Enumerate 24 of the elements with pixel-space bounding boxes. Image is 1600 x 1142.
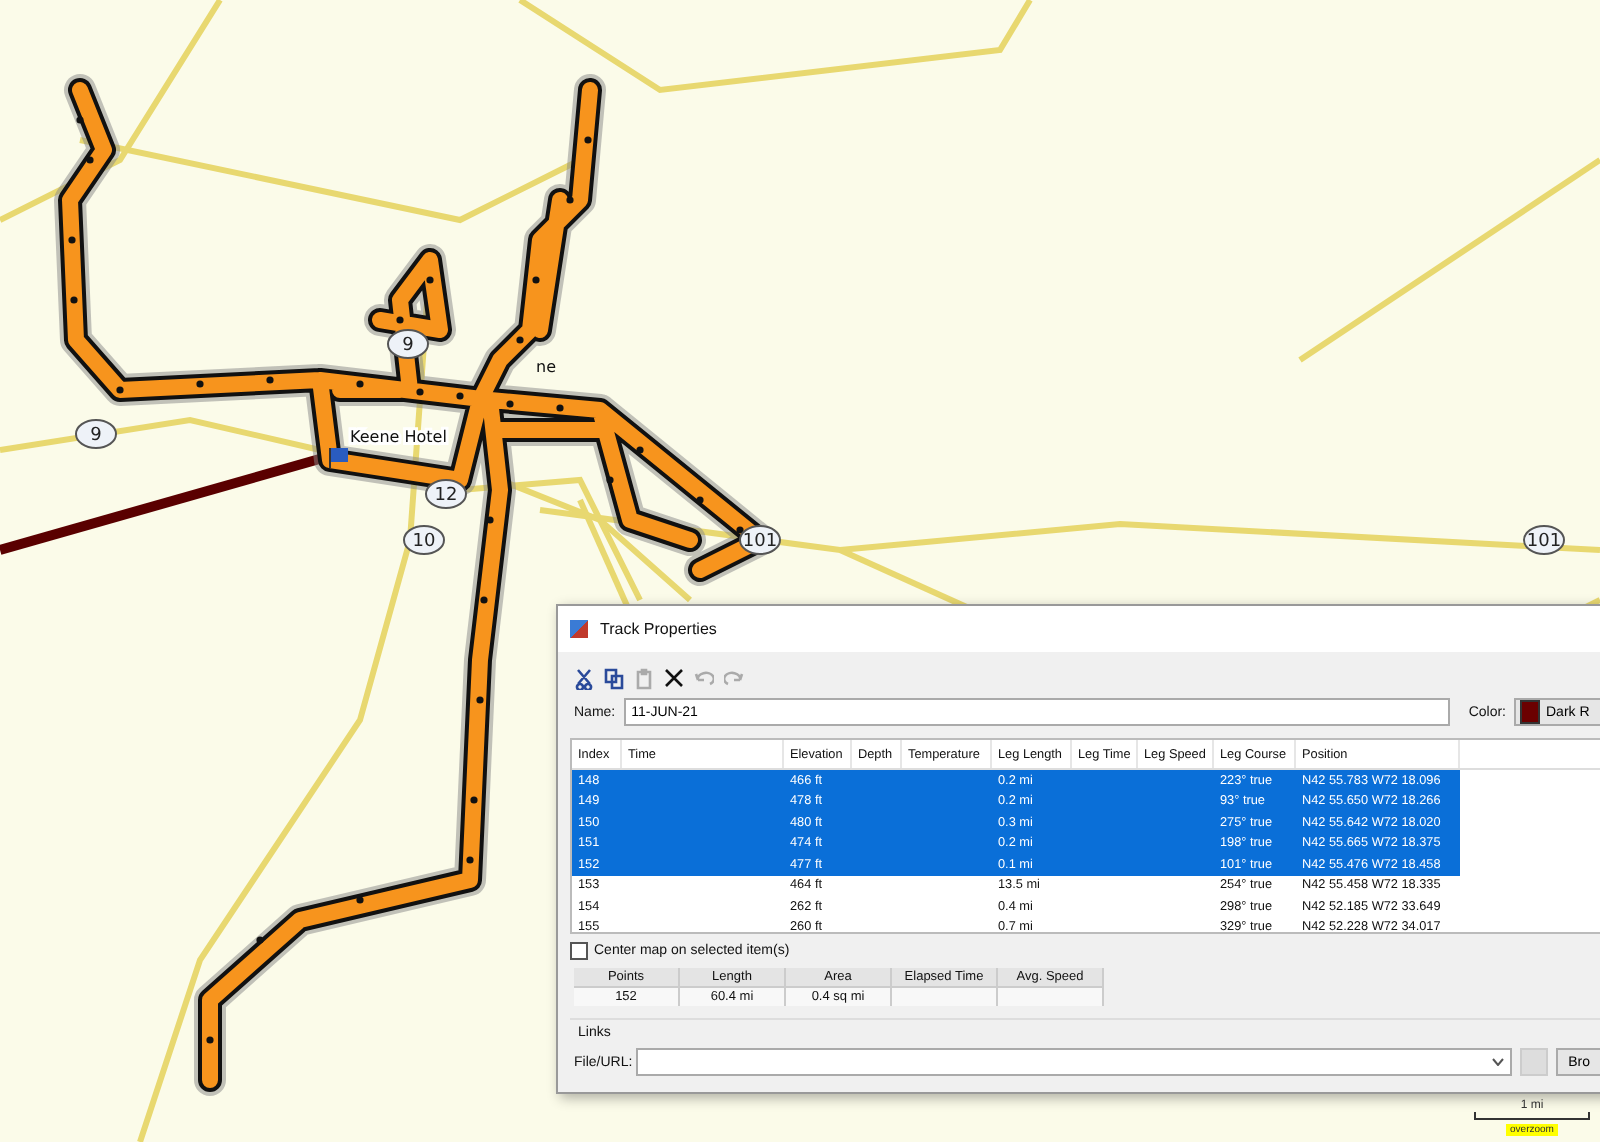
road-shield: 101: [1523, 525, 1565, 555]
copy-icon[interactable]: [604, 668, 624, 690]
scissors-icon[interactable]: [574, 668, 594, 690]
place-label: ne: [536, 358, 556, 376]
window-title: Track Properties: [600, 620, 717, 638]
redo-icon[interactable]: [724, 668, 744, 690]
place-label: Keene Hotel: [350, 428, 447, 446]
road-shield: 9: [387, 329, 429, 359]
road-shield: 10: [403, 525, 445, 555]
undo-icon[interactable]: [694, 668, 714, 690]
road-shield: 9: [75, 419, 117, 449]
stat-cell: [998, 988, 1102, 1006]
delete-icon[interactable]: [664, 668, 684, 690]
scale-bar: [1474, 1112, 1590, 1120]
flag-icon: [329, 447, 348, 469]
caret-icon: [1492, 1058, 1505, 1066]
open-button[interactable]: [1520, 1048, 1549, 1076]
app-icon: [570, 620, 588, 638]
file-url-field[interactable]: [636, 1048, 1513, 1076]
road-shield: 12: [425, 479, 467, 509]
road-shield: 101: [739, 525, 781, 555]
checkbox[interactable]: [570, 942, 588, 960]
paste-icon[interactable]: [634, 668, 654, 690]
stat-cell: [892, 988, 996, 1006]
